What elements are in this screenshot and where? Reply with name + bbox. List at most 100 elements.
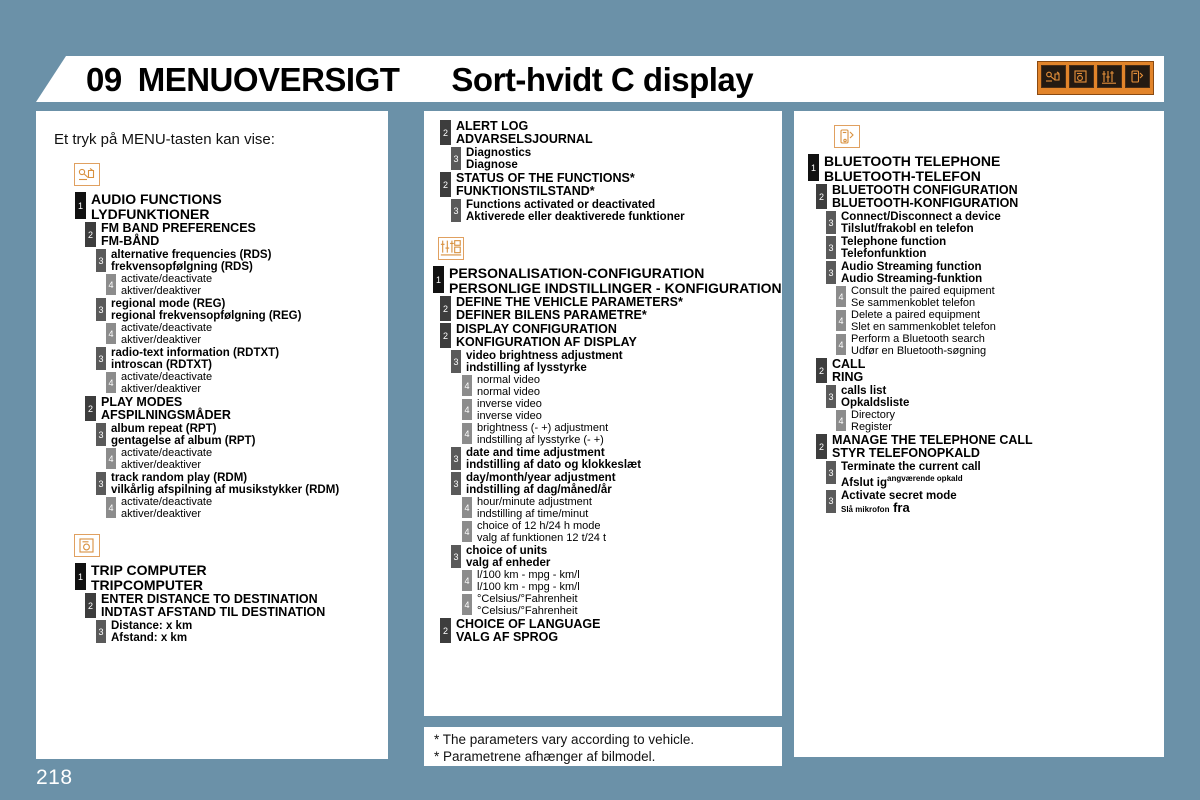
menu-row-text: CHOICE OF LANGUAGE VALG AF SPROG <box>456 618 782 644</box>
menu-row-text: date and time adjustment indstilling af d… <box>466 447 782 471</box>
page-title: MENUOVERSIGT <box>137 60 400 98</box>
menu-row-text: choice of units valg af enheder <box>466 545 782 569</box>
menu-row-level-2: 2 STATUS OF THE FUNCTIONS* FUNKTIONSTILSTA… <box>424 172 782 198</box>
level-badge: 3 <box>826 461 836 484</box>
menu-row-text: Consult the paired equipment Se sammenkob… <box>851 285 1164 309</box>
menu-row-level-4: 4 activate/deactivate aktiver/deaktiver <box>36 273 388 297</box>
menu-label-da: Aktiverede eller deaktiverede funktioner <box>466 211 685 223</box>
menu-label-da: Afstand: x km <box>111 632 188 644</box>
menu-label-en: CALL <box>832 357 866 371</box>
menu-label-da: aktiver/deaktiver <box>121 458 202 471</box>
menu-row-text: ENTER DISTANCE TO DESTINATION INDTAST AFS… <box>101 593 388 619</box>
level-badge: 4 <box>462 497 472 518</box>
menu-label-en: Delete a paired equipment <box>851 309 981 321</box>
menu-row-text: AUDIO FUNCTIONS LYDFUNKTIONER <box>91 192 388 221</box>
menu-row-level-3: 3 video brightness adjustment indstilling … <box>424 350 782 374</box>
menu-row-text: DISPLAY CONFIGURATION KONFIGURATION AF DI… <box>456 323 782 349</box>
menu-group: 1 TRIP COMPUTER TRIPCOMPUTER 2 ENTER DISTANC… <box>36 563 388 644</box>
level-badge: 4 <box>836 310 846 331</box>
right-column: 1 BLUETOOTH TELEPHONE BLUETOOTH-TELEFON 2 BL… <box>794 111 1164 757</box>
menu-label-da: Audio Streaming-funktion <box>841 273 983 285</box>
menu-label-da: Telefonfunktion <box>841 248 927 260</box>
menu-row-text: ALERT LOG ADVARSELSJOURNAL <box>456 120 782 146</box>
menu-label-en: l/100 km - mpg - km/l <box>477 569 580 581</box>
level-badge: 4 <box>106 448 116 469</box>
menu-row-level-4: 4 normal video normal video <box>424 374 782 398</box>
bluetooth-phone-icon <box>834 125 860 148</box>
menu-label-en: inverse video <box>477 398 542 410</box>
level-badge: 3 <box>826 236 836 259</box>
level-badge: 2 <box>85 593 96 618</box>
menu-row-text: MANAGE THE TELEPHONE CALL STYR TELEFONOPK… <box>832 434 1164 460</box>
menu-label-da: TRIPCOMPUTER <box>91 576 203 593</box>
menu-row-level-4: 4 activate/deactivate aktiver/deaktiver <box>36 496 388 520</box>
menu-row-level-3: 3 regional mode (REG) regional frekvensopf… <box>36 298 388 322</box>
level-badge: 2 <box>85 222 96 247</box>
level-badge: 3 <box>96 249 106 272</box>
menu-label-da: frekvensopfølgning (RDS) <box>111 261 253 273</box>
menu-row-level-4: 4 activate/deactivate aktiver/deaktiver <box>36 371 388 395</box>
menu-label-en: PERSONALISATION-CONFIGURATION <box>449 265 705 281</box>
menu-label-en: AUDIO FUNCTIONS <box>91 191 222 207</box>
menu-row-level-3: 3 Audio Streaming function Audio Streaming… <box>794 261 1164 285</box>
menu-row-text: track random play (RDM) vilkårlig afspiln… <box>111 472 388 496</box>
level-badge: 2 <box>440 618 451 643</box>
level-badge: 3 <box>451 472 461 495</box>
level-badge: 4 <box>836 410 846 431</box>
menu-row-text: radio-text information (RDTXT) introscan … <box>111 347 388 371</box>
level-badge: 1 <box>75 192 86 219</box>
menu-group: 1 BLUETOOTH TELEPHONE BLUETOOTH-TELEFON 2 BL… <box>794 154 1164 516</box>
menu-row-level-4: 4 Directory Register <box>794 409 1164 433</box>
menu-label-en: video brightness adjustment <box>466 350 623 362</box>
menu-row-text: Terminate the current call Afslut igangvæ… <box>841 461 1164 489</box>
audio-functions-icon <box>74 163 100 186</box>
menu-label-da: FM-BÅND <box>101 234 160 248</box>
menu-label-en: activate/deactivate <box>121 322 213 334</box>
level-badge: 1 <box>808 154 819 181</box>
menu-row-level-2: 2 MANAGE THE TELEPHONE CALL STYR TELEFONOP… <box>794 434 1164 460</box>
menu-row-text: calls list Opkaldsliste <box>841 385 1164 409</box>
menu-label-da: Se sammenkoblet telefon <box>851 296 976 309</box>
menu-label-da: BLUETOOTH-TELEFON <box>824 167 981 184</box>
menu-label-en: Consult the paired equipment <box>851 285 995 297</box>
menu-row-level-2: 2 BLUETOOTH CONFIGURATION BLUETOOTH-KONFIG… <box>794 184 1164 210</box>
menu-label-da: aktiver/deaktiver <box>121 284 202 297</box>
menu-row-level-3: 3 Telephone function Telefonfunktion <box>794 236 1164 260</box>
level-badge: 3 <box>96 298 106 321</box>
menu-label-da: aktiver/deaktiver <box>121 382 202 395</box>
menu-label-da: Tilslut/frakobl en telefon <box>841 223 974 235</box>
menu-label-da: l/100 km - mpg - km/l <box>477 580 580 593</box>
menu-row-level-4: 4 °Celsius/°Fahrenheit °Celsius/°Fahrenhei… <box>424 593 782 617</box>
menu-row-text: inverse video inverse video <box>477 398 782 422</box>
menu-row-level-3: 3 Functions activated or deactivated Aktiv… <box>424 199 782 223</box>
menu-row-text: Functions activated or deactivated Aktive… <box>466 199 782 223</box>
menu-row-level-3: 3 alternative frequencies (RDS) frekvensop… <box>36 249 388 273</box>
menu-row-level-3: 3 Terminate the current call Afslut igangv… <box>794 461 1164 489</box>
menu-label-da: AFSPILNINGSMÅDER <box>101 408 231 422</box>
level-badge: 4 <box>462 594 472 615</box>
level-badge: 3 <box>96 347 106 370</box>
menu-row-level-4: 4 l/100 km - mpg - km/l l/100 km - mpg - k… <box>424 569 782 593</box>
menu-row-text: l/100 km - mpg - km/l l/100 km - mpg - km… <box>477 569 782 593</box>
menu-label-en: date and time adjustment <box>466 447 605 459</box>
menu-row-level-3: 3 Activate secret mode Slå mikrofon fra <box>794 489 1164 516</box>
menu-row-text: activate/deactivate aktiver/deaktiver <box>121 447 388 471</box>
menu-row-level-2: 2 FM BAND PREFERENCES FM-BÅND <box>36 222 388 248</box>
menu-row-level-4: 4 Perform a Bluetooth search Udfør en Blue… <box>794 333 1164 357</box>
menu-row-text: activate/deactivate aktiver/deaktiver <box>121 322 388 346</box>
menu-row-level-3: 3 date and time adjustment indstilling af … <box>424 447 782 471</box>
menu-row-text: PERSONALISATION-CONFIGURATION PERSONLIGE … <box>449 266 782 295</box>
menu-row-text: Connect/Disconnect a device Tilslut/frako… <box>841 211 1164 235</box>
menu-label-en: normal video <box>477 374 540 386</box>
menu-row-text: Diagnostics Diagnose <box>466 147 782 171</box>
menu-label-da: FUNKTIONSTILSTAND* <box>456 184 595 198</box>
menu-label-da: Diagnose <box>466 159 518 171</box>
level-badge: 3 <box>96 472 106 495</box>
menu-label-en: Telephone function <box>841 236 947 248</box>
middle-column: 2 ALERT LOG ADVARSELSJOURNAL 3 Diagnostics Di… <box>424 111 782 716</box>
menu-row-level-3: 3 calls list Opkaldsliste <box>794 385 1164 409</box>
menu-row-level-1: 1 BLUETOOTH TELEPHONE BLUETOOTH-TELEFON <box>794 154 1164 183</box>
level-badge: 3 <box>451 199 461 222</box>
menu-row-text: alternative frequencies (RDS) frekvensopf… <box>111 249 388 273</box>
